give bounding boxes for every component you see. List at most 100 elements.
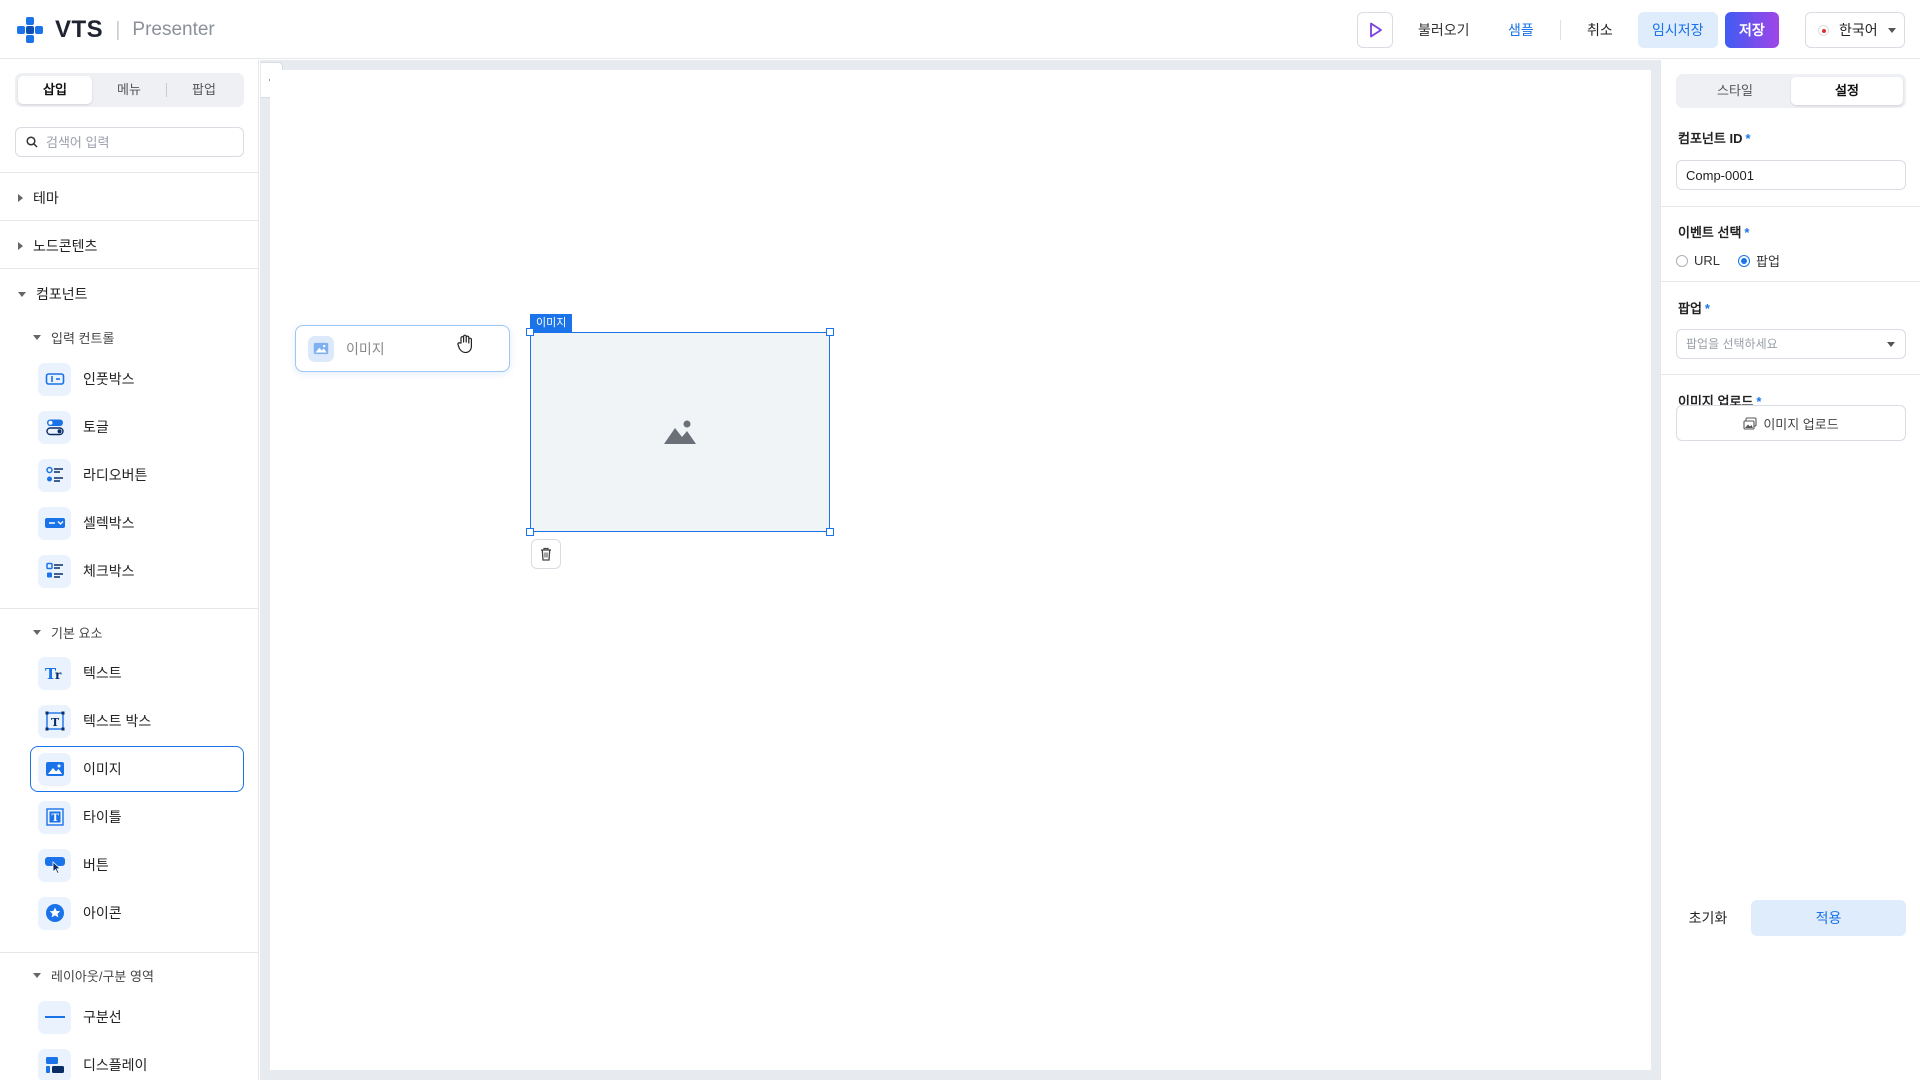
section-component-header[interactable]: 컴포넌트	[18, 284, 88, 304]
load-button[interactable]: 불러오기	[1404, 12, 1484, 48]
event-radio-group: URL 팝업	[1676, 251, 1780, 270]
component-item-icon[interactable]: 아이콘	[30, 890, 244, 936]
app-logo[interactable]: VTS | Presenter	[15, 15, 215, 45]
right-tab-group: 스타일 설정	[1676, 74, 1906, 108]
chevron-down-icon	[33, 335, 41, 340]
component-item-title[interactable]: T 타이틀	[30, 794, 244, 840]
component-item-selectbox[interactable]: 셀렉박스	[30, 500, 244, 546]
selected-component-tag: 이미지	[530, 314, 573, 332]
selected-image-component[interactable]	[530, 332, 830, 532]
image-placeholder-icon	[664, 420, 696, 444]
section-theme-label: 테마	[33, 190, 59, 206]
section-node-contents-header: 노드콘텐츠	[18, 236, 97, 256]
header-divider	[1560, 20, 1561, 40]
event-radio-url-label: URL	[1694, 253, 1721, 268]
group-divider	[0, 952, 258, 953]
logo-icon	[17, 17, 43, 43]
component-item-label: 타이틀	[83, 809, 122, 825]
component-item-label: 이미지	[83, 761, 122, 777]
component-item-radio[interactable]: 라디오버튼	[30, 452, 244, 498]
image-upload-icon	[1743, 416, 1757, 430]
component-item-label: 텍스트	[83, 665, 122, 681]
group-input-controls[interactable]: 입력 컨트롤	[33, 328, 114, 347]
delete-component-button[interactable]	[531, 539, 561, 569]
event-radio-url[interactable]: URL	[1676, 251, 1720, 270]
resize-handle-top-left[interactable]	[526, 328, 534, 336]
required-mark: *	[1744, 225, 1750, 240]
play-icon	[1370, 22, 1382, 38]
component-item-image[interactable]: 이미지	[30, 746, 244, 792]
component-id-input[interactable]	[1676, 160, 1906, 190]
resize-handle-bottom-left[interactable]	[526, 528, 534, 536]
image-upload-button[interactable]: 이미지 업로드	[1676, 405, 1906, 441]
popup-select[interactable]: 팝업을 선택하세요	[1676, 329, 1906, 359]
component-item-inputbox[interactable]: 인풋박스	[30, 356, 244, 402]
tab-popup[interactable]: 팝업	[167, 76, 241, 104]
search-icon	[26, 136, 38, 148]
event-select-label: 이벤트 선택 *	[1678, 222, 1749, 241]
component-item-checkbox[interactable]: 체크박스	[30, 548, 244, 594]
component-item-button[interactable]: 버튼	[30, 842, 244, 888]
tab-insert[interactable]: 삽입	[18, 76, 92, 104]
sample-button[interactable]: 샘플	[1494, 12, 1548, 48]
section-divider	[1661, 206, 1920, 207]
display-icon	[38, 1048, 71, 1080]
group-basic-elements[interactable]: 기본 요소	[33, 623, 102, 642]
logo-text: VTS	[55, 16, 104, 43]
required-mark: *	[1704, 301, 1710, 316]
component-item-text[interactable]: Tr 텍스트	[30, 650, 244, 696]
language-select[interactable]: 한국어	[1805, 12, 1905, 48]
section-node-contents[interactable]: 노드콘텐츠	[0, 220, 258, 268]
search-input[interactable]	[46, 134, 226, 150]
drag-ghost-label: 이미지	[346, 340, 385, 357]
save-button[interactable]: 저장	[1725, 12, 1779, 48]
reset-button[interactable]: 초기화	[1676, 900, 1740, 936]
required-mark: *	[1745, 131, 1751, 146]
inputbox-icon	[38, 362, 71, 396]
component-item-toggle[interactable]: 토글	[30, 404, 244, 450]
temp-save-button[interactable]: 임시저장	[1638, 12, 1718, 48]
popup-select-placeholder: 팝업을 선택하세요	[1686, 337, 1778, 351]
preview-play-button[interactable]	[1357, 12, 1393, 48]
section-theme-header: 테마	[18, 188, 59, 208]
group-divider	[0, 608, 258, 609]
event-select-label-text: 이벤트 선택	[1678, 225, 1742, 240]
title-icon: T	[38, 800, 71, 834]
component-item-label: 디스플레이	[83, 1057, 148, 1073]
component-item-label: 아이콘	[83, 905, 122, 921]
component-item-label: 토글	[83, 419, 109, 435]
resize-handle-top-right[interactable]	[826, 328, 834, 336]
checkbox-list-icon	[38, 554, 71, 588]
svg-text:T: T	[51, 813, 59, 824]
design-canvas[interactable]	[270, 70, 1651, 1070]
svg-text:T: T	[51, 716, 60, 729]
group-layout[interactable]: 레이아웃/구분 영역	[33, 966, 154, 985]
tab-style[interactable]: 스타일	[1679, 77, 1791, 105]
drag-ghost-image-item: 이미지	[295, 325, 510, 372]
component-item-textbox[interactable]: T 텍스트 박스	[30, 698, 244, 744]
section-theme[interactable]: 테마	[0, 172, 258, 220]
component-item-label: 구분선	[83, 1009, 122, 1025]
search-box	[15, 127, 244, 157]
event-radio-popup[interactable]: 팝업	[1738, 251, 1780, 270]
section-node-contents-label: 노드콘텐츠	[33, 238, 98, 254]
radio-list-icon	[38, 458, 71, 492]
top-header: VTS | Presenter 불러오기 샘플 취소 임시저장 저장 한국어	[0, 0, 1920, 59]
chevron-down-icon	[1888, 28, 1896, 33]
grab-hand-cursor-icon	[457, 334, 472, 354]
svg-text:r: r	[55, 668, 62, 682]
apply-button[interactable]: 적용	[1751, 900, 1906, 936]
tab-settings[interactable]: 설정	[1791, 77, 1903, 105]
component-item-display[interactable]: 디스플레이	[30, 1042, 244, 1080]
event-radio-popup-label: 팝업	[1756, 254, 1780, 269]
left-panel: 삽입 메뉴 팝업 테마 노드콘텐츠 컴포넌트 입력 컨트롤	[0, 60, 259, 1080]
tab-menu[interactable]: 메뉴	[92, 76, 166, 104]
logo-subtitle: Presenter	[132, 19, 215, 40]
cancel-button[interactable]: 취소	[1573, 12, 1627, 48]
text-icon: Tr	[38, 656, 71, 690]
left-tab-group: 삽입 메뉴 팝업	[15, 73, 244, 107]
section-divider	[1661, 374, 1920, 375]
resize-handle-bottom-right[interactable]	[826, 528, 834, 536]
component-item-divider[interactable]: 구분선	[30, 994, 244, 1040]
image-upload-button-label: 이미지 업로드	[1763, 416, 1839, 432]
